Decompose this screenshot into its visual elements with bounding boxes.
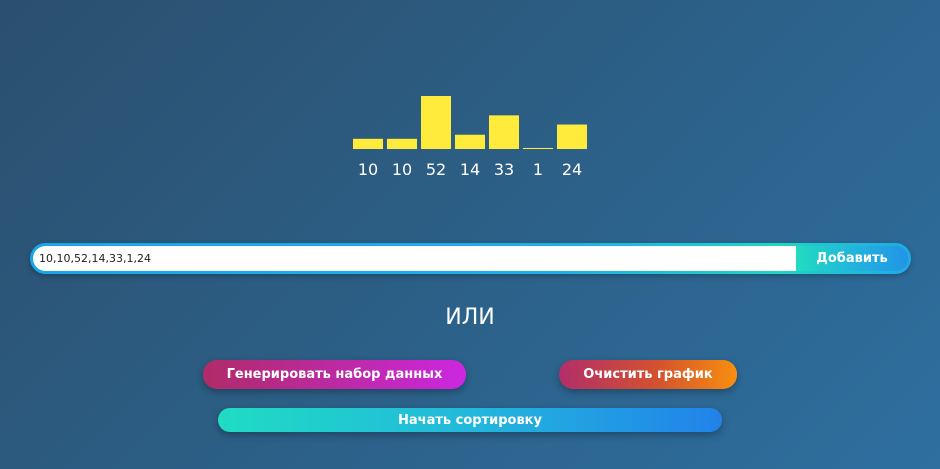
clear-chart-button[interactable]: Очистить график: [559, 360, 737, 389]
bar-1: [387, 138, 417, 149]
bar-4: [489, 115, 519, 149]
start-sort-button[interactable]: Начать сортировку: [218, 408, 722, 432]
generate-dataset-button[interactable]: Генерировать набор данных: [203, 360, 466, 389]
data-input[interactable]: [33, 246, 796, 271]
bar-5: [523, 147, 553, 149]
bar-2: [421, 96, 451, 149]
or-separator: ИЛИ: [445, 305, 495, 330]
bar-3: [455, 134, 485, 149]
bar-chart: 10 10 52 14 33 1 24: [353, 96, 587, 179]
data-input-group: Добавить: [30, 243, 911, 274]
bar-label-3: 14: [460, 160, 480, 179]
bar-6: [557, 124, 587, 149]
bar-0: [353, 138, 383, 149]
bar-label-1: 10: [392, 160, 412, 179]
bar-label-5: 1: [533, 160, 543, 179]
add-button[interactable]: Добавить: [796, 246, 908, 271]
bar-label-4: 33: [494, 160, 514, 179]
bar-label-2: 52: [426, 160, 446, 179]
bar-label-6: 24: [562, 160, 582, 179]
bar-label-0: 10: [358, 160, 378, 179]
